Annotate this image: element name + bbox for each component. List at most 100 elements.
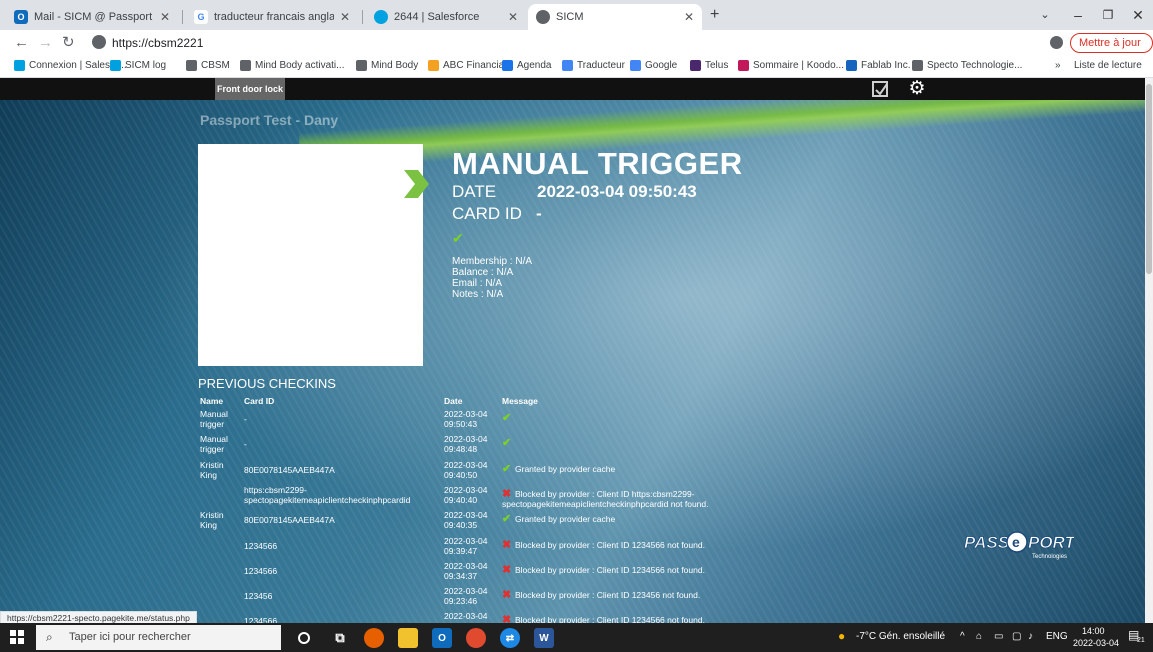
checkin-message: Granted by provider cache [515, 463, 616, 474]
bookmark-item[interactable]: Agenda [502, 60, 551, 71]
network-icon[interactable]: ⌂ [976, 631, 982, 642]
bookmark-item[interactable]: Specto Technologie... [912, 60, 1022, 71]
reading-list-button[interactable]: Liste de lecture [1074, 60, 1142, 71]
column-header-card: Card ID [244, 396, 275, 406]
bookmark-item[interactable]: SICM log [110, 60, 166, 71]
url-field[interactable]: https://cbsm2221 [112, 36, 203, 50]
bookmark-item[interactable]: Mind Body [356, 60, 418, 71]
forward-icon[interactable]: → [38, 33, 53, 53]
tab-sicm[interactable]: SICM ✕ [528, 4, 702, 30]
bookmark-label: Mind Body activati... [255, 60, 345, 71]
close-icon[interactable]: ✕ [508, 10, 518, 24]
column-header-date: Date [444, 396, 463, 406]
bookmark-icon [110, 60, 121, 71]
svg-text:e: e [1012, 534, 1020, 550]
bookmark-item[interactable]: Traducteur [562, 60, 625, 71]
check-icon: ✔ [452, 230, 464, 246]
bookmark-item[interactable]: Mind Body activati... [240, 60, 344, 71]
app-page: Front door lock ⚙ Passport Test - Dany M… [0, 78, 1145, 623]
battery-icon[interactable]: ▭ [994, 631, 1003, 642]
tab-mail[interactable]: O Mail - SICM @ Passport Technolo ✕ [6, 4, 178, 30]
bookmark-icon [912, 60, 923, 71]
checkin-message: Blocked by provider : Client ID 1234566 … [515, 615, 705, 623]
outlook-icon[interactable]: O [432, 628, 452, 648]
bookmark-item[interactable]: Google [630, 60, 677, 71]
firefox-icon[interactable] [364, 628, 384, 648]
file-explorer-icon[interactable] [398, 628, 418, 648]
bookmark-label: Specto Technologie... [927, 60, 1023, 71]
app-top-bar: Front door lock ⚙ [0, 78, 1145, 100]
checkin-card-id: 1234566 [244, 616, 278, 623]
weather-text[interactable]: -7°C Gén. ensoleillé [856, 631, 945, 642]
bookmark-label: Fablab Inc. [861, 60, 911, 71]
taskbar-search-input[interactable]: ⌕ Taper ici pour rechercher [36, 625, 281, 650]
address-bar: ← → ↻ https://cbsm2221 Mettre à jour ⋮ [0, 30, 1153, 67]
bookmark-item[interactable]: Sommaire | Koodo... [738, 60, 844, 71]
task-view-icon[interactable]: ⧉ [330, 628, 350, 648]
update-button[interactable]: Mettre à jour ⋮ [1070, 33, 1153, 67]
bookmark-icon [846, 60, 857, 71]
bookmark-label: SICM log [125, 60, 167, 71]
bookmark-icon [690, 60, 701, 71]
svg-text:PASS: PASS [964, 533, 1010, 552]
checkin-card-id: https:cbsm2299-spectopagekitemeapiclient… [244, 484, 411, 505]
bookmark-item[interactable]: ABC Financial [428, 60, 506, 71]
checkin-name: Manual trigger [200, 434, 228, 455]
site-info-icon[interactable] [92, 35, 106, 49]
notification-count: 21 [1137, 637, 1145, 644]
chevron-right-icon [404, 170, 429, 198]
date-value: 2022-03-04 09:50:43 [537, 182, 697, 201]
back-icon[interactable]: ← [14, 33, 29, 53]
tab-title: Mail - SICM @ Passport Technolo [34, 11, 154, 23]
checkin-date: 2022-03-04 09:40:35 [444, 510, 488, 531]
bookmarks-bar: Connexion | Salesfo... SICM log CBSM Mind B… [0, 56, 1153, 78]
new-tab-button[interactable]: + [710, 6, 719, 24]
profile-icon[interactable] [1050, 36, 1063, 49]
checkin-date: 2022-03-04 09:48:48 [444, 434, 488, 455]
cortana-icon[interactable] [298, 632, 310, 644]
bookmark-item[interactable]: Fablab Inc. [846, 60, 910, 71]
close-icon[interactable]: ✕ [160, 10, 170, 24]
teamviewer-icon[interactable]: ⇄ [500, 628, 520, 648]
word-icon[interactable]: W [534, 628, 554, 648]
tab-title: 2644 | Salesforce [394, 11, 480, 23]
chrome-icon[interactable] [466, 628, 486, 648]
close-icon[interactable]: ✕ [684, 10, 694, 24]
reload-icon[interactable]: ↻ [62, 33, 75, 53]
tray-chevron-icon[interactable]: ^ [960, 631, 965, 642]
error-icon: ✖ [502, 563, 512, 576]
close-icon[interactable]: ✕ [340, 10, 350, 24]
card-id-label: CARD ID [452, 204, 522, 223]
tab-translator[interactable]: G traducteur francais anglais - Rech ✕ [186, 4, 358, 30]
bookmark-item[interactable]: CBSM [186, 60, 230, 71]
trigger-title: MANUAL TRIGGER [452, 146, 743, 181]
tab-salesforce[interactable]: 2644 | Salesforce ✕ [366, 4, 526, 30]
checkbox-icon[interactable] [872, 81, 888, 97]
checkin-message: Granted by provider cache [515, 514, 616, 525]
bookmark-item[interactable]: Telus [690, 60, 728, 71]
weather-icon[interactable]: ● [838, 629, 845, 643]
windows-start-icon[interactable] [10, 630, 24, 644]
update-label: Mettre à jour [1079, 37, 1141, 49]
checkin-date: 2022-03-04 09:23:46 [444, 586, 488, 607]
check-icon: ✔ [502, 412, 512, 424]
tab-title: traducteur francais anglais - Rech [214, 11, 334, 23]
scrollbar-thumb[interactable] [1146, 84, 1152, 274]
clock-date[interactable]: 2022-03-04 [1073, 638, 1119, 648]
bookmark-icon [186, 60, 197, 71]
clock-time[interactable]: 14:00 [1082, 626, 1105, 636]
bookmark-icon [356, 60, 367, 71]
display-icon[interactable]: ▢ [1012, 631, 1021, 642]
door-tab[interactable]: Front door lock [215, 78, 285, 100]
volume-icon[interactable]: ♪ [1028, 631, 1033, 642]
gear-icon[interactable]: ⚙ [907, 79, 927, 99]
tab-title: SICM [556, 11, 584, 23]
bookmark-icon [630, 60, 641, 71]
checkin-card-id: 80E0078145AAEB447A [244, 464, 335, 475]
checkin-message: Blocked by provider : Client ID 1234566 … [515, 564, 705, 575]
checkin-card-id: 123456 [244, 591, 273, 602]
close-window-button[interactable]: ✕ [1118, 2, 1153, 28]
language-indicator[interactable]: ENG [1046, 631, 1068, 642]
email-info: Email : N/A [452, 278, 503, 289]
bookmarks-more-button[interactable]: » [1055, 60, 1061, 71]
